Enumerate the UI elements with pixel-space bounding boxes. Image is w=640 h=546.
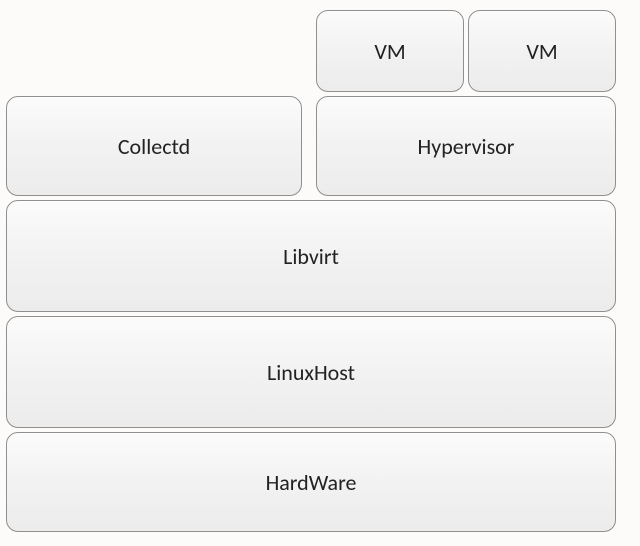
collectd-label: Collectd (118, 133, 190, 160)
vm-label-1: VM (374, 38, 405, 65)
linuxhost-box: LinuxHost (6, 316, 616, 428)
hardware-label: HardWare (266, 469, 357, 496)
hardware-box: HardWare (6, 432, 616, 532)
hypervisor-box: Hypervisor (316, 96, 616, 196)
hypervisor-label: Hypervisor (418, 133, 515, 160)
libvirt-box: Libvirt (6, 200, 616, 312)
vm-box-2: VM (468, 10, 616, 92)
collectd-box: Collectd (6, 96, 302, 196)
vm-box-1: VM (316, 10, 464, 92)
linuxhost-label: LinuxHost (267, 359, 355, 386)
libvirt-label: Libvirt (283, 243, 339, 270)
vm-label-2: VM (526, 38, 557, 65)
